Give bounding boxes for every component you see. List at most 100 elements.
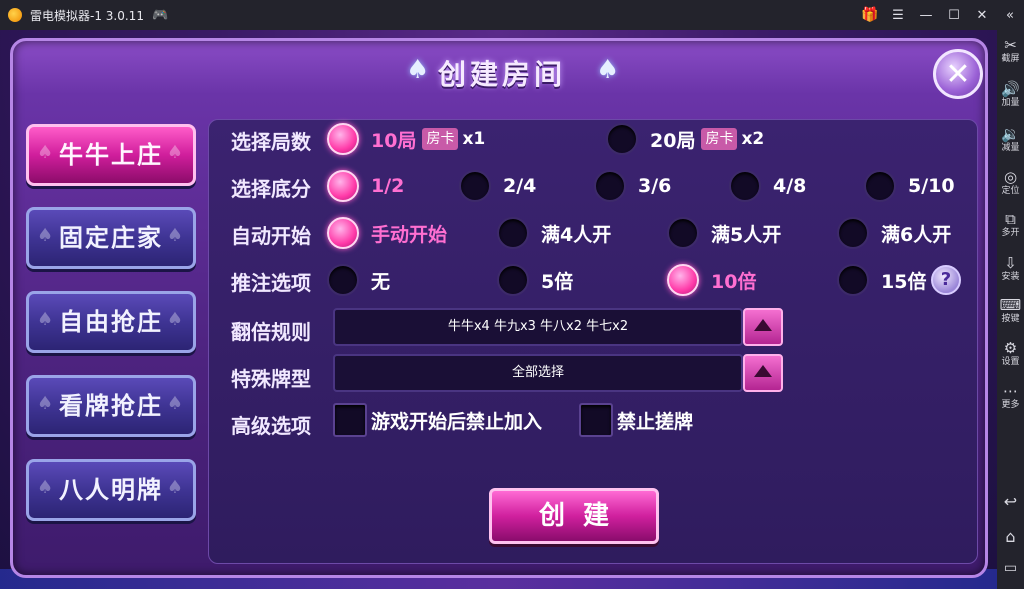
option-text: 20局 [650,129,696,152]
double-rules-select[interactable]: 牛牛x4 牛九x3 牛八x2 牛七x2 [333,308,743,346]
tool-label: 加量 [1001,98,1020,108]
radio-button[interactable] [497,217,529,249]
spade-icon: ♠ [166,142,185,163]
gift-icon[interactable]: 🎁 [856,0,884,30]
bet-option-5x[interactable]: 5倍 [497,264,573,296]
auto-start-option-5[interactable]: 满5人开 [667,217,781,249]
radio-button[interactable] [459,170,491,202]
radio-button[interactable] [729,170,761,202]
room-card-badge: 房卡 [422,128,459,150]
radio-button[interactable] [606,123,638,155]
radio-button[interactable] [327,170,359,202]
mode-button-fixed-banker[interactable]: ♠ 固定庄家 ♠ [26,207,196,269]
card-multiplier: x2 [741,129,765,149]
collapse-icon[interactable]: « [996,0,1024,30]
advanced-label: 高级选项 [231,414,311,438]
base-score-option-3[interactable]: 3/6 [594,170,671,202]
volume-up-tool[interactable]: 🔊 加量 [997,80,1024,109]
special-cards-label: 特殊牌型 [231,367,311,391]
auto-start-option-manual[interactable]: 手动开始 [327,217,447,249]
radio-button[interactable] [864,170,896,202]
rounds-option-10[interactable]: 10局 房卡 x1 [327,123,485,155]
scissors-icon: ✂ [1004,36,1017,54]
mode-button-view-grab[interactable]: ♠ 看牌抢庄 ♠ [26,375,196,437]
emulator-toolbar: ✂ 截屏 🔊 加量 🔉 减量 ◎ 定位 ⧉ 多开 ⇩ 安装 ⌨ 按键 ⚙ 设置 … [997,30,1024,589]
bet-option-10x[interactable]: 10倍 [667,264,756,296]
radio-button[interactable] [327,123,359,155]
mode-button-free-grab[interactable]: ♠ 自由抢庄 ♠ [26,291,196,353]
radio-button[interactable] [837,264,869,296]
base-score-option-2[interactable]: 2/4 [459,170,536,202]
double-rules-label: 翻倍规则 [231,320,311,344]
close-icon[interactable]: ✕ [968,0,996,30]
mode-button-niuniu-banker[interactable]: ♠ 牛牛上庄 ♠ [26,124,196,186]
window-title: 雷电模拟器-1 3.0.11 [30,8,144,23]
settings-tool[interactable]: ⚙ 设置 [997,339,1024,368]
tool-label: 安装 [1001,272,1020,282]
keymap-tool[interactable]: ⌨ 按键 [997,296,1024,325]
mode-button-eight-open[interactable]: ♠ 八人明牌 ♠ [26,459,196,521]
auto-start-label: 自动开始 [231,224,311,248]
option-text: 10局 [371,129,417,152]
option-text: 无 [371,270,391,293]
base-score-option-4[interactable]: 4/8 [729,170,806,202]
gear-icon: ⚙ [1003,339,1018,357]
chevron-up-icon[interactable] [743,308,783,346]
radio-button[interactable] [497,264,529,296]
minimize-icon[interactable]: — [912,0,940,30]
spade-icon: ♠ [37,393,56,414]
checkbox[interactable] [333,403,367,437]
back-icon[interactable]: ↩ [997,492,1024,511]
install-tool[interactable]: ⇩ 安装 [997,254,1024,283]
gamepad-icon[interactable]: 🎮 [152,8,168,23]
more-tool[interactable]: ⋯ 更多 [997,382,1024,411]
volume-down-icon: 🔉 [1001,125,1020,143]
rounds-option-20[interactable]: 20局 房卡 x2 [606,123,764,155]
tool-label: 多开 [1001,228,1020,238]
recent-apps-icon[interactable]: ▭ [997,560,1024,576]
checkbox[interactable] [579,403,613,437]
location-tool[interactable]: ◎ 定位 [997,168,1024,197]
option-text: 2/4 [503,175,537,197]
auto-start-option-6[interactable]: 满6人开 [837,217,951,249]
no-join-after-start-checkbox[interactable]: 游戏开始后禁止加入 [333,403,542,437]
maximize-icon[interactable]: ☐ [940,0,968,30]
option-text: 15倍 [881,270,927,293]
option-text: 4/8 [773,175,807,197]
multi-instance-tool[interactable]: ⧉ 多开 [997,210,1024,239]
spade-icon: ♠ [166,309,185,330]
create-room-button[interactable]: 创建 [489,488,659,544]
no-card-rub-checkbox[interactable]: 禁止搓牌 [579,403,693,437]
spade-icon: ♠ [37,477,56,498]
base-score-option-5[interactable]: 5/10 [864,170,955,202]
tool-label: 更多 [1001,400,1020,410]
radio-button[interactable] [837,217,869,249]
menu-icon[interactable]: ☰ [884,0,912,30]
special-cards-select[interactable]: 全部选择 [333,354,743,392]
volume-down-tool[interactable]: 🔉 减量 [997,125,1024,154]
tool-label: 设置 [1001,357,1020,367]
screenshot-tool[interactable]: ✂ 截屏 [997,36,1024,65]
spade-icon: ♠ [37,309,56,330]
emulator-titlebar: 雷电模拟器-1 3.0.11 🎮 🎁 ☰ — ☐ ✕ « [0,0,1024,30]
base-score-option-1[interactable]: 1/2 [327,170,404,202]
radio-button[interactable] [667,264,699,296]
bet-option-none[interactable]: 无 [327,264,390,296]
radio-button[interactable] [594,170,626,202]
radio-button[interactable] [327,217,359,249]
auto-start-option-4[interactable]: 满4人开 [497,217,611,249]
spade-icon: ♠ [596,55,620,85]
close-dialog-button[interactable]: ✕ [933,49,983,99]
mode-label: 看牌抢庄 [59,391,163,420]
bet-option-15x[interactable]: 15倍 [837,264,926,296]
radio-button[interactable] [327,264,359,296]
spade-icon: ♠ [166,225,185,246]
radio-button[interactable] [667,217,699,249]
tool-label: 减量 [1001,143,1020,153]
help-icon[interactable]: ? [931,265,961,295]
chevron-up-icon[interactable] [743,354,783,392]
home-icon[interactable]: ⌂ [997,527,1024,546]
multi-window-icon: ⧉ [1005,210,1016,228]
card-multiplier: x1 [462,129,486,149]
tool-label: 按键 [1001,314,1020,324]
